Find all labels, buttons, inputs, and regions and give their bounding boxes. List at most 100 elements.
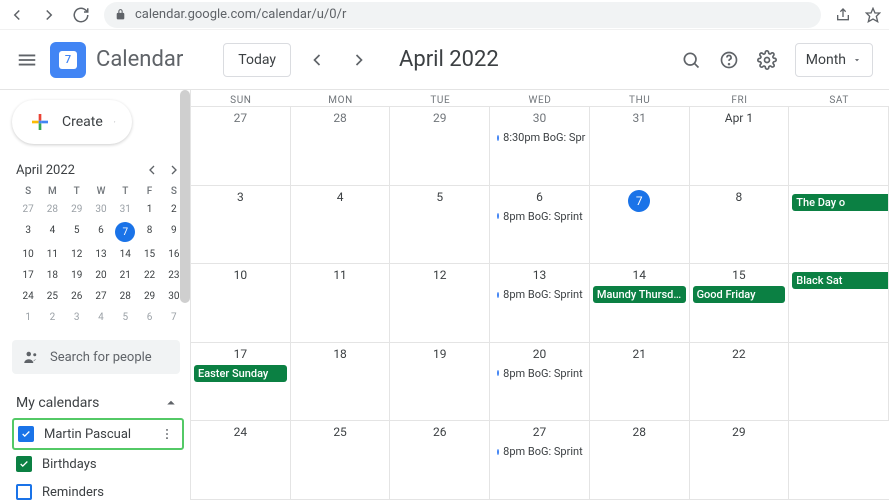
create-button[interactable]: Create — [12, 100, 132, 144]
calendar-event[interactable]: The Day o — [792, 194, 889, 211]
mini-day[interactable]: 11 — [40, 246, 64, 263]
grid-cell[interactable]: 3 — [191, 186, 291, 265]
grid-cell[interactable]: 12 — [390, 264, 490, 343]
grid-cell[interactable]: 68pm BoG: Sprint Meet — [490, 186, 590, 265]
grid-cell[interactable]: 19 — [390, 343, 490, 422]
calendar-checkbox[interactable] — [16, 484, 32, 500]
mini-day[interactable]: 28 — [113, 288, 137, 305]
mini-day[interactable]: 31 — [113, 201, 137, 218]
grid-cell[interactable]: 5 — [390, 186, 490, 265]
grid-cell[interactable]: 22 — [690, 343, 790, 422]
grid-cell[interactable] — [789, 107, 889, 186]
mini-day[interactable]: 17 — [16, 267, 40, 284]
mini-day[interactable]: 6 — [89, 222, 113, 242]
grid-cell[interactable]: 29 — [390, 107, 490, 186]
mini-calendar[interactable]: SMTWTFS272829303112345678910111213141516… — [12, 186, 190, 326]
search-people-input[interactable]: Search for people — [12, 340, 180, 374]
reload-icon[interactable] — [72, 6, 90, 24]
grid-cell[interactable] — [789, 421, 889, 500]
mini-day[interactable]: 13 — [89, 246, 113, 263]
grid-cell[interactable]: 29 — [690, 421, 790, 500]
grid-cell[interactable]: 27 — [191, 107, 291, 186]
mini-day[interactable]: 25 — [40, 288, 64, 305]
mini-day[interactable]: 29 — [65, 201, 89, 218]
next-month-button[interactable] — [343, 44, 375, 76]
mini-day[interactable]: 6 — [137, 309, 161, 326]
grid-cell[interactable]: 8 — [690, 186, 790, 265]
today-button[interactable]: Today — [223, 43, 291, 77]
star-icon[interactable] — [865, 7, 881, 23]
grid-cell[interactable]: 31 — [590, 107, 690, 186]
grid-cell[interactable]: 208pm BoG: Sprint Meet — [490, 343, 590, 422]
grid-cell[interactable]: 10 — [191, 264, 291, 343]
grid-cell[interactable]: 15Good Friday — [690, 264, 790, 343]
calendar-item[interactable]: Birthdays — [12, 450, 190, 478]
grid-cell[interactable]: Black Sat — [789, 264, 889, 343]
mini-day[interactable]: 1 — [137, 201, 161, 218]
calendar-event[interactable]: Maundy Thursday — [593, 286, 686, 303]
mini-day[interactable]: 29 — [137, 288, 161, 305]
more-icon[interactable] — [160, 427, 174, 441]
mini-day[interactable]: 5 — [113, 309, 137, 326]
mini-prev-icon[interactable] — [144, 162, 160, 178]
search-icon[interactable] — [681, 50, 701, 70]
mini-day[interactable]: 27 — [16, 201, 40, 218]
mini-day[interactable]: 26 — [65, 288, 89, 305]
grid-cell[interactable]: 14Maundy Thursday — [590, 264, 690, 343]
calendar-event[interactable]: Black Sat — [792, 272, 889, 289]
mini-day[interactable]: 4 — [40, 222, 64, 242]
calendar-checkbox[interactable] — [18, 426, 34, 442]
grid-cell[interactable]: The Day o — [789, 186, 889, 265]
calendar-event[interactable]: 8:30pm BoG: Sprint M — [493, 129, 586, 146]
calendar-item-highlighted[interactable]: Martin Pascual — [12, 418, 184, 450]
share-icon[interactable] — [835, 7, 851, 23]
grid-cell[interactable]: 4 — [291, 186, 391, 265]
calendar-event[interactable]: 8pm BoG: Sprint Meet — [493, 286, 586, 303]
mini-day[interactable]: 3 — [65, 309, 89, 326]
view-selector[interactable]: Month — [795, 43, 873, 77]
mini-day[interactable]: 7 — [113, 222, 137, 242]
calendar-event[interactable]: Good Friday — [693, 286, 786, 303]
calendar-event[interactable]: 8pm BoG: Sprint Meet — [493, 365, 586, 382]
grid-cell[interactable]: 24 — [191, 421, 291, 500]
grid-cell[interactable]: 308:30pm BoG: Sprint M — [490, 107, 590, 186]
grid-cell[interactable]: 18 — [291, 343, 391, 422]
mini-day[interactable]: 3 — [16, 222, 40, 242]
calendar-event[interactable]: 8pm BoG: Sprint Meet — [493, 443, 586, 460]
mini-day[interactable]: 2 — [40, 309, 64, 326]
mini-day[interactable]: 10 — [16, 246, 40, 263]
mini-day[interactable]: 8 — [137, 222, 161, 242]
mini-day[interactable]: 1 — [16, 309, 40, 326]
url-bar[interactable]: calendar.google.com/calendar/u/0/r — [104, 2, 821, 28]
calendar-checkbox[interactable] — [16, 456, 32, 472]
mini-day[interactable]: 28 — [40, 201, 64, 218]
scrollbar[interactable] — [180, 90, 190, 303]
grid-cell[interactable]: 25 — [291, 421, 391, 500]
grid-cell[interactable]: 26 — [390, 421, 490, 500]
mini-day[interactable]: 21 — [113, 267, 137, 284]
my-calendars-section[interactable]: My calendars — [12, 388, 190, 418]
mini-day[interactable]: 5 — [65, 222, 89, 242]
grid-cell[interactable] — [789, 343, 889, 422]
grid-cell[interactable]: 28 — [291, 107, 391, 186]
forward-icon[interactable] — [40, 6, 58, 24]
mini-day[interactable]: 30 — [89, 201, 113, 218]
calendar-event[interactable]: Easter Sunday — [194, 365, 287, 382]
mini-day[interactable]: 4 — [89, 309, 113, 326]
mini-day[interactable]: 24 — [16, 288, 40, 305]
mini-day[interactable]: 7 — [162, 309, 186, 326]
prev-month-button[interactable] — [301, 44, 333, 76]
help-icon[interactable] — [719, 50, 739, 70]
mini-day[interactable]: 18 — [40, 267, 64, 284]
mini-day[interactable]: 19 — [65, 267, 89, 284]
back-icon[interactable] — [8, 6, 26, 24]
grid-cell[interactable]: 278pm BoG: Sprint Meet — [490, 421, 590, 500]
grid-cell[interactable]: 28 — [590, 421, 690, 500]
grid-cell[interactable]: Apr 1 — [690, 107, 790, 186]
calendar-event[interactable]: 8pm BoG: Sprint Meet — [493, 208, 586, 225]
grid-cell[interactable]: 21 — [590, 343, 690, 422]
grid-cell[interactable]: 17Easter Sunday — [191, 343, 291, 422]
calendar-item[interactable]: Reminders — [12, 478, 190, 500]
mini-day[interactable]: 22 — [137, 267, 161, 284]
grid-cell[interactable]: 138pm BoG: Sprint Meet — [490, 264, 590, 343]
